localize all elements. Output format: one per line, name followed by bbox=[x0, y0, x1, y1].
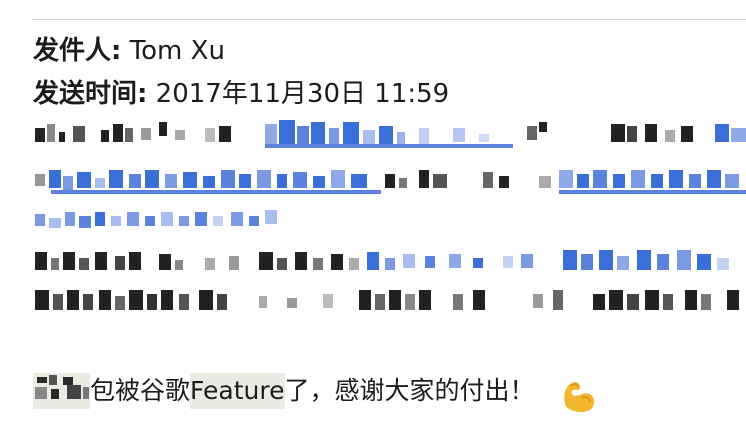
from-row: 发件人: Tom Xu bbox=[33, 34, 225, 68]
sent-time-label: 发送时间: bbox=[33, 79, 148, 109]
pixelated-text-image bbox=[35, 120, 746, 310]
from-value: Tom Xu bbox=[129, 36, 225, 66]
redacted-body-text bbox=[33, 118, 746, 324]
closing-line: 包被谷歌 Feature 了，感谢大家的付出！ bbox=[33, 370, 599, 412]
from-label: 发件人: bbox=[33, 36, 122, 66]
divider bbox=[32, 19, 746, 20]
email-viewer: 发件人: Tom Xu 发送时间: 2017年11月30日 11:59 包被谷歌… bbox=[0, 0, 746, 440]
closing-text-after: 了，感谢大家的付出！ bbox=[284, 376, 535, 405]
flexed-biceps-icon bbox=[557, 374, 599, 416]
closing-text-highlight: Feature bbox=[190, 373, 285, 409]
sent-time-row: 发送时间: 2017年11月30日 11:59 bbox=[33, 77, 449, 111]
redacted-name bbox=[33, 373, 90, 409]
closing-text-before: 包被谷歌 bbox=[90, 376, 191, 405]
sent-time-value: 2017年11月30日 11:59 bbox=[155, 79, 450, 109]
